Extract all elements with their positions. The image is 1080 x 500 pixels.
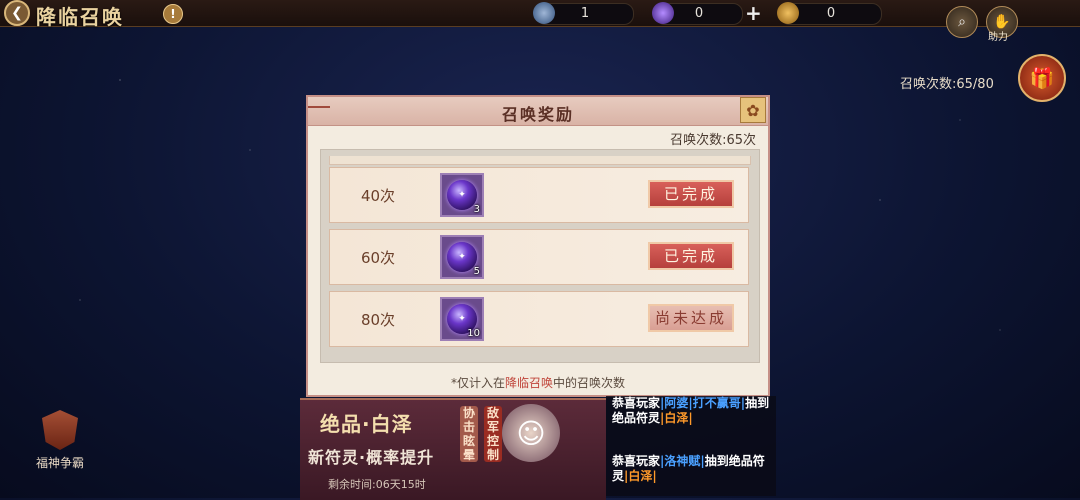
footnote-text-end: 中的召唤次数 (553, 376, 626, 390)
character-portrait: ☺ (502, 404, 560, 462)
item-name: |白泽| (660, 411, 693, 425)
broadcast-message: 恭喜玩家|阿婆|打不赢哥|抽到绝品符灵|白泽| (612, 396, 772, 426)
row-threshold: 80次 (360, 311, 396, 329)
featured-banner[interactable]: 绝品·白泽 协击眩晕 敌军控制 ☺ 新符灵·概率提升 剩余时间:06天15时 (300, 398, 606, 500)
item-quantity: 5 (473, 266, 480, 277)
purple-gem-icon: ✦ (447, 180, 477, 210)
resource-counter-2: 0 (652, 2, 743, 25)
item-name: |白泽| (624, 469, 657, 483)
row-threshold: 60次 (360, 249, 396, 267)
close-button[interactable]: ✿ (740, 97, 766, 123)
broadcast-message: 恭喜玩家|洛神赋|抽到绝品符灵|白泽| (612, 454, 772, 484)
item-quantity: 10 (467, 328, 480, 339)
resource-counter-1: 1 (533, 2, 634, 25)
help-icon[interactable]: ! (163, 4, 183, 24)
status-completed-button[interactable]: 已完成 (648, 242, 734, 270)
back-button[interactable]: ❮ (4, 0, 30, 26)
page-title: 降临召唤 (36, 5, 124, 29)
summon-count-text: 召唤次数:65/80 (900, 77, 994, 92)
dialog-title: 召唤奖励 (501, 105, 574, 124)
item-quantity: 3 (473, 204, 480, 215)
resource-1-value: 1 (580, 6, 590, 21)
reward-row: 40次 ✦ 3 已完成 (329, 167, 749, 223)
reward-item-slot[interactable]: ✦ 10 (440, 297, 484, 341)
player-name: |阿婆|打不赢哥| (660, 396, 746, 410)
shield-icon (42, 410, 78, 450)
reward-list[interactable]: 40次 ✦ 3 已完成 60次 ✦ 5 已完成 80次 ✦ 10 尚未达成 (320, 149, 760, 363)
top-bar: ❮ 降临召唤 ! 1 0 + 0 (0, 0, 1080, 29)
resource-counter-3: 0 (777, 2, 882, 25)
flower-close-icon: ✿ (746, 100, 760, 120)
reward-chest-icon[interactable]: 🎁 (1018, 54, 1066, 102)
banner-title: 绝品·白泽 (320, 412, 413, 436)
msg-prefix: 恭喜玩家 (612, 396, 661, 410)
event-label: 福神争霸 (35, 456, 84, 470)
resource-2-value: 0 (694, 6, 704, 21)
msg-prefix: 恭喜玩家 (612, 454, 661, 468)
purple-gem-icon: ✦ (447, 242, 477, 272)
banner-subtitle: 新符灵·概率提升 (308, 448, 435, 467)
skill-tag-b: 敌军控制 (484, 406, 502, 462)
row-threshold: 40次 (360, 187, 396, 205)
magnifier-icon[interactable]: ⌕ (946, 6, 978, 38)
event-button[interactable]: 福神争霸 (30, 410, 90, 482)
assist-label: 助力 (988, 32, 1008, 43)
reward-item-slot[interactable]: ✦ 3 (440, 173, 484, 217)
dialog-summon-count: 召唤次数:65次 (670, 133, 756, 148)
dialog-footnote: *仅计入在降临召唤中的召唤次数 (308, 374, 768, 391)
footnote-highlight: 降临召唤 (504, 376, 553, 390)
reward-row: 80次 ✦ 10 尚未达成 (329, 291, 749, 347)
status-completed-button[interactable]: 已完成 (648, 180, 734, 208)
back-arrow-icon: ❮ (11, 5, 23, 21)
dialog-header: 召唤奖励 ✿ (308, 97, 768, 126)
skill-tag-a: 协击眩晕 (460, 406, 478, 462)
banner-remaining-time: 剩余时间:06天15时 (328, 478, 426, 491)
footnote-text: *仅计入在 (450, 376, 505, 390)
resource-3-value: 0 (826, 6, 836, 21)
player-name: |洛神赋| (660, 454, 705, 468)
broadcast-panel: 恭喜玩家|阿婆|打不赢哥|抽到绝品符灵|白泽| 恭喜玩家|洛神赋|抽到绝品符灵|… (606, 396, 776, 496)
reward-row: 60次 ✦ 5 已完成 (329, 229, 749, 285)
reward-item-slot[interactable]: ✦ 5 (440, 235, 484, 279)
scrolled-row-fragment (329, 156, 751, 165)
summon-reward-dialog: 召唤奖励 ✿ 召唤次数:65次 40次 ✦ 3 已完成 60次 ✦ 5 已完成 … (306, 95, 770, 397)
status-pending-button[interactable]: 尚未达成 (648, 304, 734, 332)
add-currency-icon[interactable]: + (745, 2, 762, 24)
